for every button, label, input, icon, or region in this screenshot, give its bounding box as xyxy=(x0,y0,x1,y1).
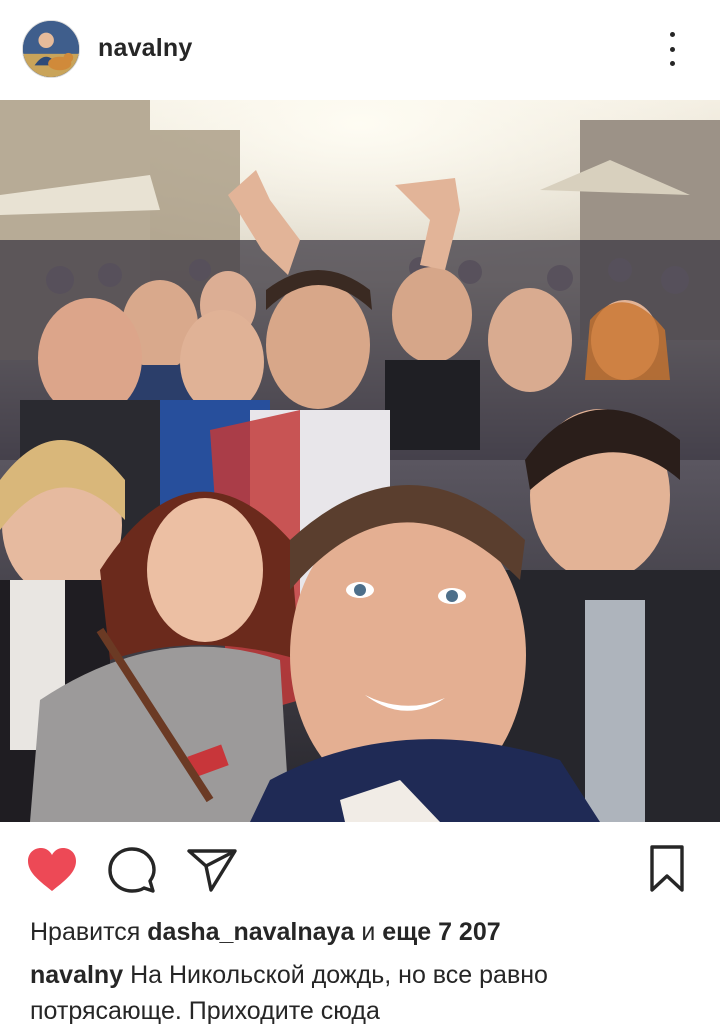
action-bar xyxy=(0,822,720,918)
save-button[interactable] xyxy=(648,844,686,894)
like-button[interactable] xyxy=(26,846,78,894)
send-icon xyxy=(187,849,237,892)
avatar[interactable] xyxy=(22,20,80,78)
likes-conjunction: и xyxy=(361,918,376,946)
comment-button[interactable] xyxy=(107,845,157,895)
caption: navalny На Никольской дождь, но все равн… xyxy=(30,957,700,1029)
likes-count-link[interactable]: еще 7 207 xyxy=(382,918,500,946)
more-vertical-icon[interactable] xyxy=(662,32,682,66)
likes-summary: Нравится dasha_navalnaya и еще 7 207 xyxy=(30,917,501,947)
selfie-photo xyxy=(0,100,720,822)
liked-by-user-link[interactable]: dasha_navalnaya xyxy=(147,918,354,946)
share-button[interactable] xyxy=(186,847,238,893)
comment-icon xyxy=(108,847,156,893)
username[interactable]: navalny xyxy=(98,34,193,63)
heart-filled-icon xyxy=(28,848,76,891)
profile-avatar-image xyxy=(23,21,79,77)
bookmark-icon xyxy=(650,845,684,892)
likes-prefix: Нравится xyxy=(30,918,141,946)
post-photo[interactable] xyxy=(0,100,720,822)
caption-author[interactable]: navalny xyxy=(30,961,123,989)
post-header: navalny xyxy=(0,0,720,100)
